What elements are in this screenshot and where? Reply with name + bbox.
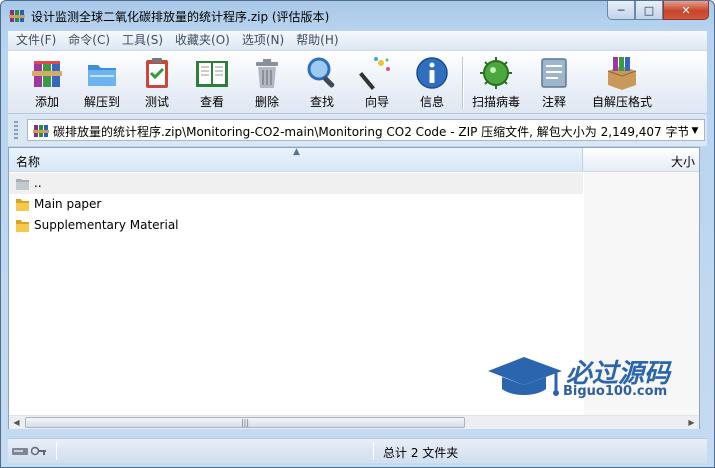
extract-to-label: 解压到 [83, 95, 120, 109]
watermark-logo: 必过源码 Biguo100.com [486, 351, 696, 406]
watermark-url: Biguo100.com [563, 384, 668, 399]
address-bar: 碳排放量的统计程序.zip\Monitoring-CO2-main\Monito… [8, 113, 707, 146]
open-book-icon [196, 61, 228, 87]
winrar-window: 设计监测全球二氧化碳排放量的统计程序.zip (评估版本) ─ □ ✕ 文件(F… [0, 0, 715, 468]
wizard-label: 向导 [364, 95, 389, 109]
list-row-name: .. [34, 176, 42, 190]
sfx-label: 自解压格式 [591, 95, 652, 109]
menu-bar: 文件(F) 命令(C) 工具(S) 收藏夹(O) 选项(N) 帮助(H) [8, 31, 707, 50]
menu-help[interactable]: 帮助(H) [290, 31, 344, 50]
column-header-size[interactable]: 大小 [584, 148, 699, 171]
list-row-name: Main paper [34, 197, 102, 211]
address-grip[interactable] [14, 121, 18, 141]
menu-options[interactable]: 选项(N) [236, 31, 290, 50]
toolbar: 添加 解压到 测试 查看 删除 查找 向导 信息 扫描病毒 注释 自解压格式 [8, 50, 707, 113]
address-path: 碳排放量的统计程序.zip\Monitoring-CO2-main\Monito… [53, 125, 690, 139]
list-row-name: Supplementary Material [34, 218, 179, 232]
info-icon [416, 57, 448, 89]
close-button[interactable]: ✕ [663, 1, 709, 20]
list-row-main-paper[interactable]: Main paper [9, 194, 583, 215]
folder-extract-icon [88, 65, 116, 86]
delete-label: 删除 [254, 95, 279, 109]
list-row-parent[interactable]: .. [9, 173, 583, 194]
find-button[interactable]: 查找 [297, 55, 347, 111]
clipboard-check-icon [146, 58, 168, 88]
file-list-header: ▲ 名称 大小 [9, 147, 699, 172]
window-controls: ─ □ ✕ [607, 1, 709, 20]
drive-icon[interactable] [12, 445, 28, 457]
add-label: 添加 [34, 95, 59, 109]
wizard-button[interactable]: 向导 [352, 55, 402, 111]
view-button[interactable]: 查看 [187, 55, 237, 111]
virus-scan-button[interactable]: 扫描病毒 [471, 55, 521, 111]
comment-label: 注释 [541, 95, 566, 109]
virus-scan-icon [480, 57, 512, 89]
info-label: 信息 [419, 95, 444, 109]
view-label: 查看 [199, 95, 224, 109]
books-add-icon [32, 61, 62, 87]
horizontal-scrollbar[interactable]: ◀ ||| ▶ [9, 415, 699, 429]
address-dropdown-button[interactable]: ▼ [688, 123, 702, 139]
test-button[interactable]: 测试 [132, 55, 182, 111]
magnifier-icon [307, 57, 335, 88]
window-title: 设计监测全球二氧化碳排放量的统计程序.zip (评估版本) [31, 10, 330, 24]
column-header-name[interactable]: ▲ 名称 [9, 147, 583, 171]
sfx-box-icon [607, 57, 637, 90]
status-bar: 总计 2 文件夹 [8, 438, 707, 463]
status-text: 总计 2 文件夹 [383, 446, 459, 460]
winrar-app-icon [9, 10, 25, 22]
status-separator [373, 442, 374, 460]
minimize-button[interactable]: ─ [607, 1, 635, 20]
trash-can-icon [256, 59, 278, 88]
find-label: 查找 [309, 95, 334, 109]
column-size-label: 大小 [670, 155, 695, 169]
list-row-supplementary[interactable]: Supplementary Material [9, 215, 583, 236]
archive-icon [33, 125, 49, 137]
title-bar: 设计监测全球二氧化碳排放量的统计程序.zip (评估版本) ─ □ ✕ [1, 1, 714, 31]
column-name-label: 名称 [16, 155, 41, 169]
add-button[interactable]: 添加 [22, 55, 72, 111]
scroll-right-button[interactable]: ▶ [684, 416, 699, 429]
menu-file[interactable]: 文件(F) [10, 31, 62, 50]
status-separator [56, 442, 57, 460]
folder-icon [16, 199, 29, 211]
graduation-cap-icon [488, 357, 562, 396]
scroll-left-button[interactable]: ◀ [9, 416, 24, 429]
menu-commands[interactable]: 命令(C) [62, 31, 116, 50]
key-icon[interactable] [31, 445, 47, 457]
virus-scan-label: 扫描病毒 [471, 95, 520, 109]
sort-ascending-icon: ▲ [293, 147, 300, 157]
extract-to-button[interactable]: 解压到 [77, 55, 127, 111]
folder-icon [16, 220, 29, 232]
maximize-button[interactable]: □ [635, 1, 663, 20]
delete-button[interactable]: 删除 [242, 55, 292, 111]
magic-wand-icon [359, 57, 390, 90]
sfx-button[interactable]: 自解压格式 [591, 55, 653, 111]
status-icons [12, 445, 47, 457]
test-label: 测试 [144, 95, 169, 109]
comment-button[interactable]: 注释 [529, 55, 579, 111]
menu-favorites[interactable]: 收藏夹(O) [169, 31, 236, 50]
address-path-field[interactable]: 碳排放量的统计程序.zip\Monitoring-CO2-main\Monito… [27, 119, 705, 141]
scroll-thumb[interactable]: ||| [25, 417, 465, 428]
toolbar-separator [462, 57, 464, 109]
info-button[interactable]: 信息 [407, 55, 457, 111]
parent-folder-icon [16, 179, 29, 190]
menu-tools[interactable]: 工具(S) [116, 31, 169, 50]
comment-icon [541, 58, 567, 88]
